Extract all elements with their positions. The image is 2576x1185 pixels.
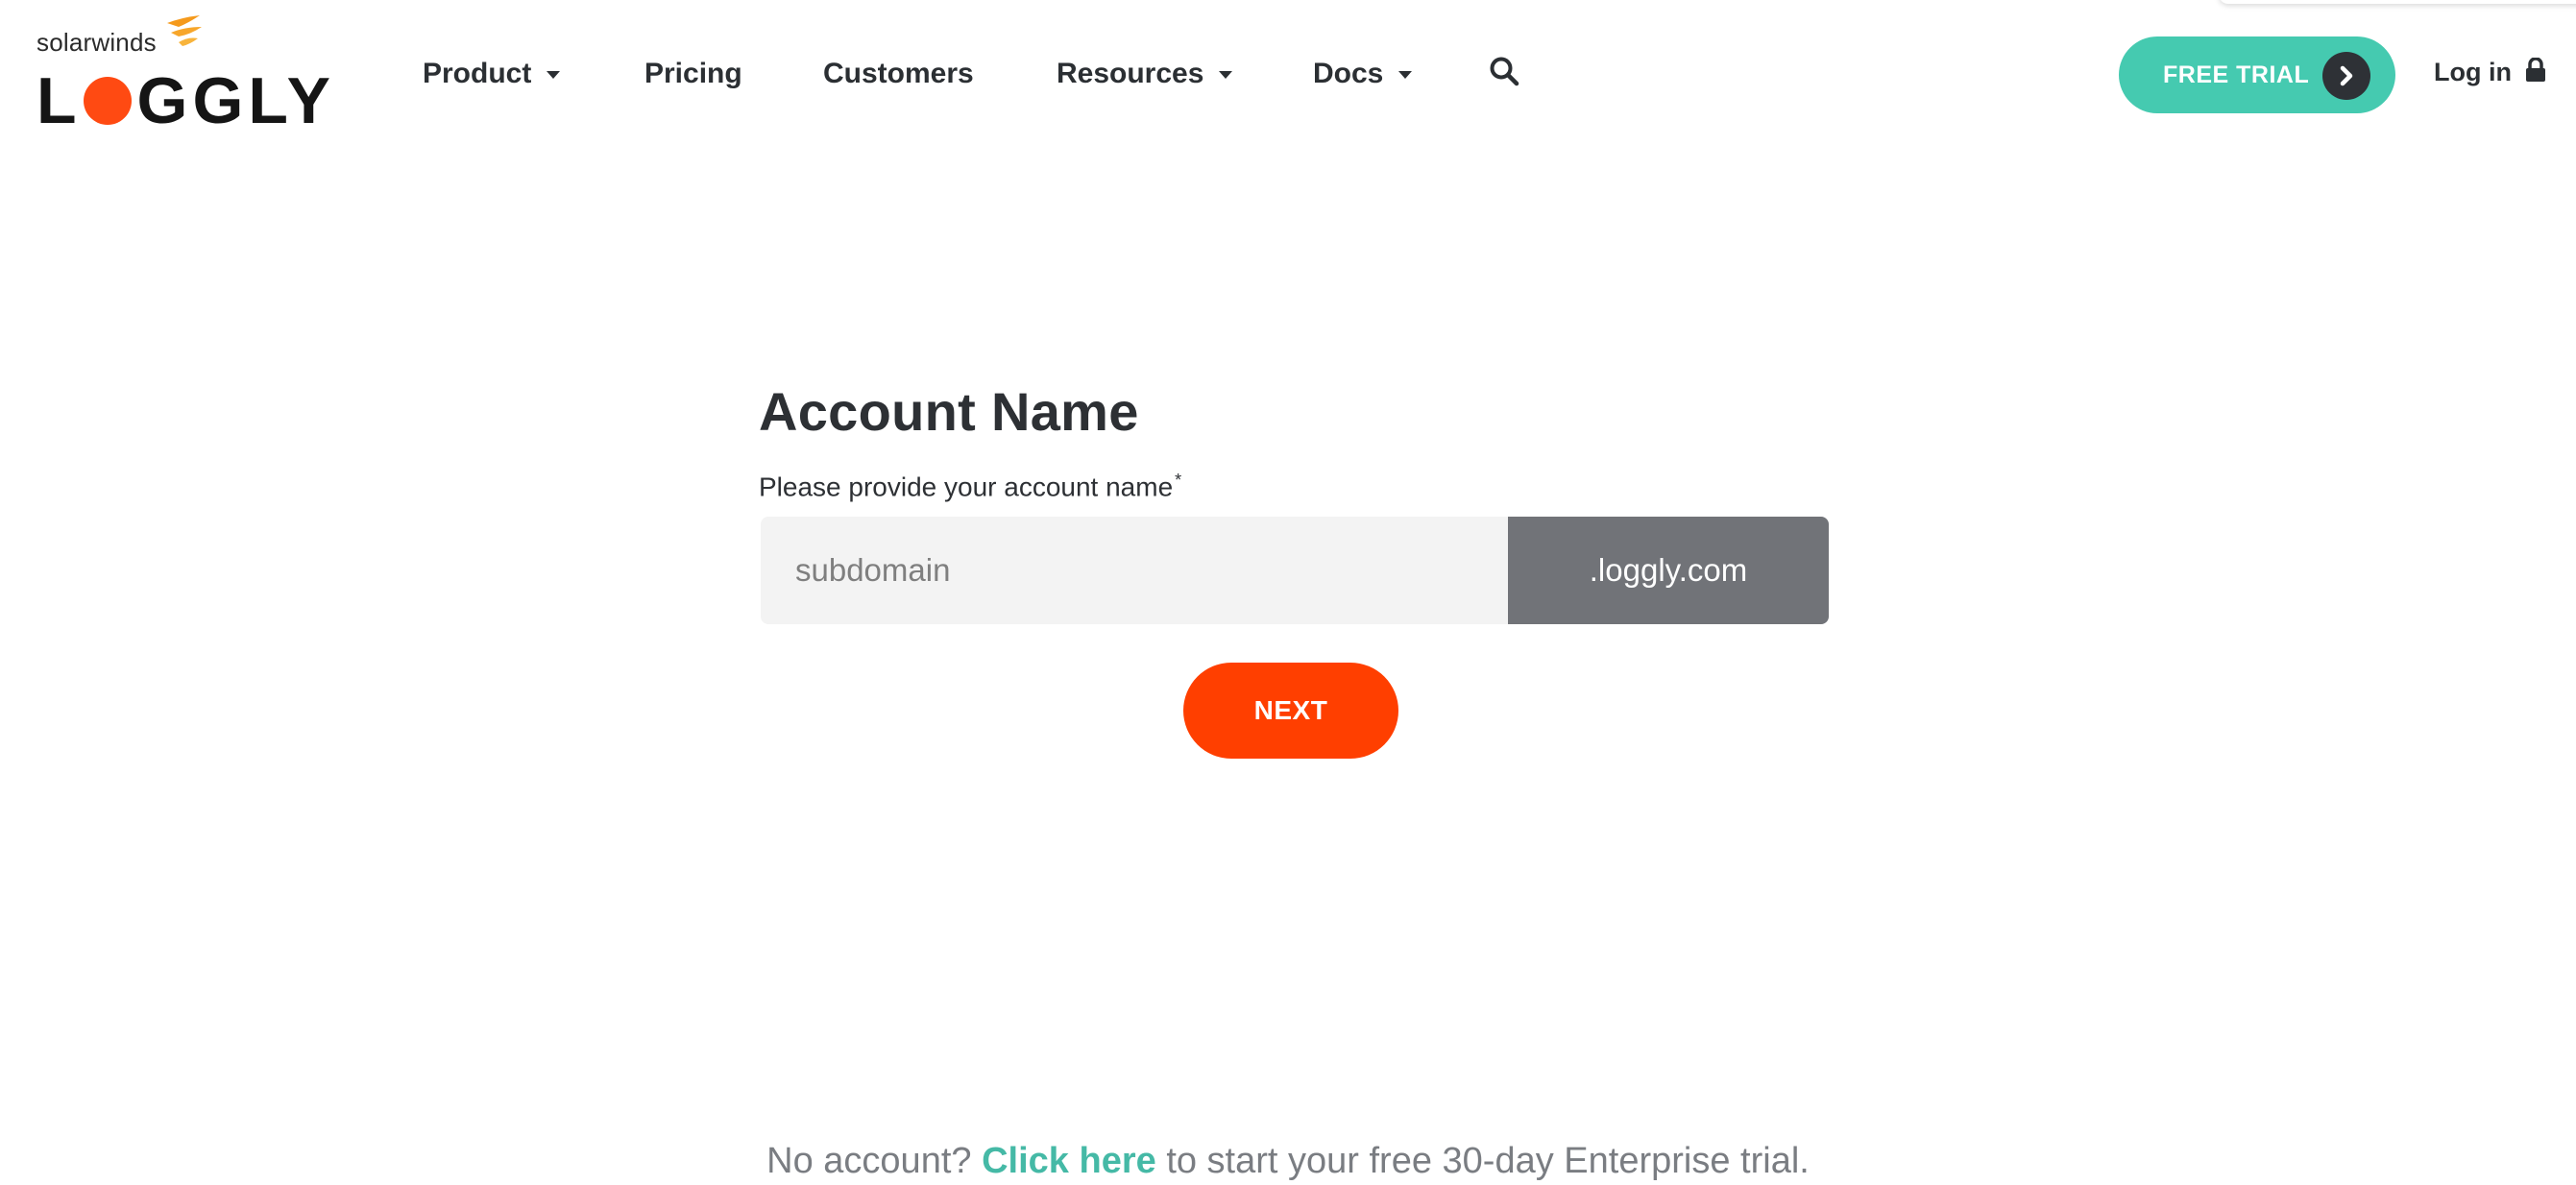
nav-item-label: Product — [423, 58, 532, 89]
nav-item-pricing[interactable]: Pricing — [644, 58, 742, 90]
caret-down-icon — [1398, 71, 1413, 79]
domain-suffix: .loggly.com — [1508, 517, 1829, 624]
nav-item-label: Resources — [1057, 58, 1204, 89]
start-trial-link[interactable]: Click here — [982, 1141, 1156, 1181]
solarwinds-wordmark: solarwinds — [36, 28, 157, 57]
no-account-suffix: to start your free 30-day Enterprise tri… — [1166, 1141, 1810, 1181]
account-name-input-group: .loggly.com — [761, 517, 1829, 624]
nav-item-label: Customers — [823, 58, 974, 89]
logo-o-dot — [83, 77, 132, 125]
no-account-note: No account? Click here to start your fre… — [0, 1141, 2576, 1182]
required-marker: * — [1175, 471, 1182, 490]
account-name-label-text: Please provide your account name — [759, 472, 1174, 502]
loggly-wordmark: L GGLY — [36, 64, 335, 137]
loggly-logo[interactable]: solarwinds L GGLY — [36, 15, 353, 134]
chevron-right-icon — [2322, 52, 2370, 100]
login-label: Log in — [2434, 57, 2512, 86]
nav-item-product[interactable]: Product — [423, 58, 561, 90]
page: solarwinds L GGLY Product Pricing Custome… — [0, 0, 2576, 1185]
subdomain-input[interactable] — [761, 517, 1508, 624]
nav-item-customers[interactable]: Customers — [823, 58, 974, 90]
search-icon[interactable] — [1489, 56, 1519, 86]
nav-item-label: Pricing — [644, 58, 742, 89]
free-trial-button[interactable]: FREE TRIAL — [2119, 36, 2395, 113]
page-title: Account Name — [759, 381, 1139, 442]
account-name-label: Please provide your account name * — [759, 471, 1181, 502]
login-link[interactable]: Log in — [2434, 54, 2546, 90]
caret-down-icon — [547, 71, 561, 79]
free-trial-label: FREE TRIAL — [2163, 61, 2310, 88]
nav-item-label: Docs — [1313, 58, 1384, 89]
solarwinds-flame-icon — [167, 15, 202, 46]
no-account-prefix: No account? — [766, 1141, 972, 1181]
caret-down-icon — [1219, 71, 1233, 79]
nav-item-docs[interactable]: Docs — [1313, 58, 1413, 90]
nav-item-resources[interactable]: Resources — [1057, 58, 1233, 90]
next-button[interactable]: NEXT — [1183, 663, 1398, 759]
overlay-edge — [2219, 0, 2576, 4]
lock-icon — [2525, 58, 2545, 82]
